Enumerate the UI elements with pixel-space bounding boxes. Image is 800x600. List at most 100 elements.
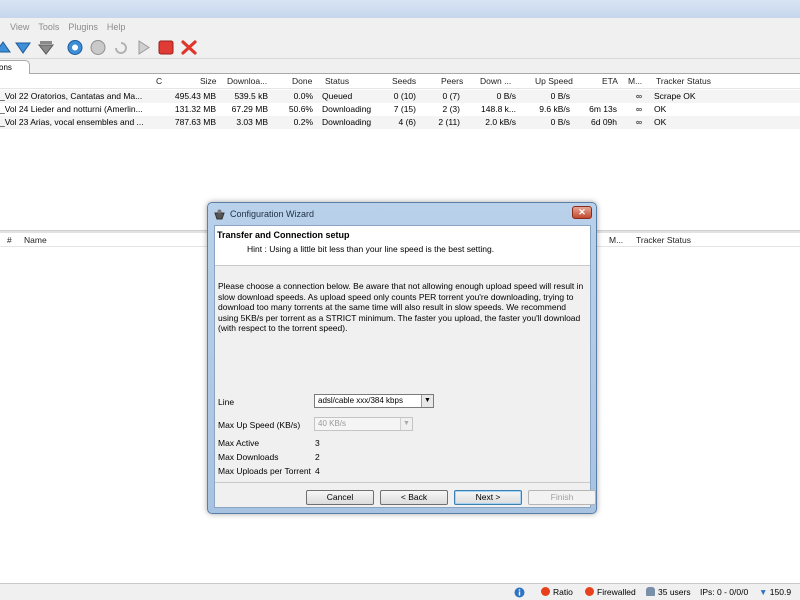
col-down-speed[interactable]: Down ... (480, 76, 511, 86)
finish-button: Finish (528, 490, 596, 505)
max-up-speed-select: 40 KB/s ▼ (314, 417, 413, 431)
col-name[interactable]: Name (24, 235, 47, 245)
col-done[interactable]: Done (292, 76, 312, 86)
col-size[interactable]: Size (200, 76, 217, 86)
cell-seeds: 0 (10) (393, 91, 416, 101)
cell-m: ∞ (636, 104, 643, 114)
cell-up-speed: 0 B/s (550, 91, 570, 101)
cell-down-speed: 148.8 k... (481, 104, 516, 114)
table-row[interactable]: _Vol 23 Arias, vocal ensembles and ... 7… (0, 116, 800, 129)
window-titlebar (0, 0, 800, 18)
back-button[interactable]: < Back (380, 490, 448, 505)
col-number[interactable]: # (7, 235, 12, 245)
tab-strip: ons (0, 59, 800, 74)
cell-down-speed: 0 B/s (496, 91, 516, 101)
cell-status: Downloading (322, 104, 372, 114)
move-bottom-icon[interactable] (37, 39, 55, 56)
cell-done: 0.0% (293, 91, 313, 101)
ratio-label: Ratio (553, 587, 573, 597)
table-row[interactable]: _Vol 24 Lieder and notturni (Amerlin... … (0, 103, 800, 116)
cancel-button[interactable]: Cancel (306, 490, 374, 505)
cell-name: _Vol 22 Oratorios, Cantatas and Ma... (0, 91, 143, 101)
table-row[interactable]: _Vol 22 Oratorios, Cantatas and Ma... 49… (0, 90, 800, 103)
cell-peers: 0 (7) (442, 91, 460, 101)
cell-size: 131.32 MB (174, 104, 216, 114)
chevron-down-icon[interactable]: ▼ (421, 395, 433, 407)
cell-tracker-status: OK (654, 117, 667, 127)
max-up-speed-value: 40 KB/s (318, 419, 347, 428)
stop-icon[interactable] (89, 39, 107, 56)
recheck-icon[interactable] (112, 39, 130, 56)
col-peers[interactable]: Peers (441, 76, 463, 86)
col-m[interactable]: M... (628, 76, 642, 86)
menu-plugins[interactable]: Plugins (68, 22, 98, 32)
firewall-status-icon (585, 587, 594, 596)
wizard-content: Please choose a connection below. Be awa… (215, 271, 590, 483)
col-eta[interactable]: ETA (602, 76, 618, 86)
firewall-status[interactable]: Firewalled (585, 587, 636, 597)
max-up-speed-label: Max Up Speed (KB/s) (218, 420, 301, 430)
cell-done: 50.6% (288, 104, 313, 114)
app-icon (214, 209, 225, 220)
cell-eta: 6d 09h (591, 117, 617, 127)
wizard-hint: Hint : Using a little bit less than your… (247, 244, 495, 254)
cell-down-speed: 2.0 kB/s (485, 117, 516, 127)
col-m[interactable]: M... (609, 235, 623, 245)
next-button[interactable]: Next > (454, 490, 522, 505)
col-up-speed[interactable]: Up Speed (535, 76, 573, 86)
max-active-label: Max Active (218, 438, 260, 448)
info-icon[interactable] (514, 587, 525, 598)
cell-downloaded: 539.5 kB (234, 91, 268, 101)
cell-size: 787.63 MB (174, 117, 216, 127)
tab-transfers[interactable]: ons (0, 60, 30, 74)
download-speed-status[interactable]: ▼ 150.9 (759, 587, 791, 597)
users-label: 35 users (658, 587, 691, 597)
col-tracker-status[interactable]: Tracker Status (636, 235, 691, 245)
max-downloads-label: Max Downloads (218, 452, 279, 462)
max-downloads-value: 2 (315, 452, 320, 462)
firewall-label: Firewalled (597, 587, 636, 597)
cell-up-speed: 9.6 kB/s (539, 104, 570, 114)
move-down-icon[interactable] (14, 39, 32, 56)
table-header: C Size Downloa... Done Status Seeds Peer… (0, 74, 800, 89)
start-icon[interactable] (66, 39, 84, 56)
menu-help[interactable]: Help (107, 22, 126, 32)
cell-tracker-status: Scrape OK (654, 91, 696, 101)
configuration-wizard-dialog: Configuration Wizard ✕ Transfer and Conn… (207, 202, 597, 514)
users-status[interactable]: 35 users (646, 587, 691, 597)
cell-downloaded: 67.29 MB (231, 104, 268, 114)
cell-m: ∞ (636, 117, 643, 127)
cell-status: Queued (322, 91, 353, 101)
col-status[interactable]: Status (325, 76, 349, 86)
play-icon[interactable] (135, 39, 153, 56)
stop-square-icon[interactable] (157, 39, 175, 56)
col-c[interactable]: C (156, 76, 162, 86)
menu-view[interactable]: View (10, 22, 29, 32)
menu-tools[interactable]: Tools (38, 22, 59, 32)
line-select[interactable]: adsl/cable xxx/384 kbps ▼ (314, 394, 434, 408)
cell-size: 495.43 MB (174, 91, 216, 101)
cell-m: ∞ (636, 91, 643, 101)
chevron-down-icon: ▼ (400, 418, 412, 430)
remove-icon[interactable] (180, 39, 198, 56)
connection-description: Please choose a connection below. Be awa… (218, 281, 584, 333)
users-icon (646, 587, 655, 596)
download-speed-label: 150.9 (769, 587, 792, 597)
ratio-status[interactable]: Ratio (541, 587, 573, 597)
col-downloaded[interactable]: Downloa... (227, 76, 267, 86)
move-up-icon[interactable] (0, 39, 12, 56)
col-seeds[interactable]: Seeds (392, 76, 416, 86)
cell-name: _Vol 24 Lieder and notturni (Amerlin... (0, 104, 143, 114)
ips-status: IPs: 0 - 0/0/0 (700, 587, 749, 597)
max-uploads-value: 4 (315, 466, 320, 476)
cell-peers: 2 (11) (438, 117, 460, 127)
wizard-header: Transfer and Connection setup Hint : Usi… (215, 226, 590, 266)
dialog-titlebar[interactable]: Configuration Wizard ✕ (208, 203, 596, 225)
col-tracker-status[interactable]: Tracker Status (656, 76, 711, 86)
ratio-status-icon (541, 587, 550, 596)
line-label: Line (218, 397, 235, 407)
cell-peers: 2 (3) (442, 104, 460, 114)
dialog-body: Transfer and Connection setup Hint : Usi… (214, 225, 596, 508)
max-uploads-label: Max Uploads per Torrent (218, 466, 311, 476)
dialog-close-button[interactable]: ✕ (572, 206, 592, 219)
